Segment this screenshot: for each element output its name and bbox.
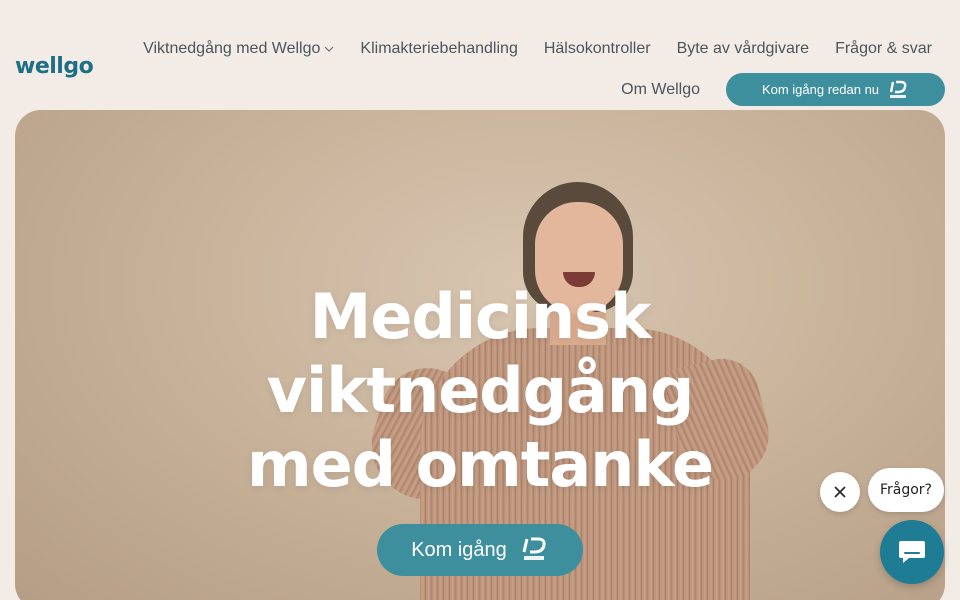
main-navigation: Viktnedgång med Wellgo Klimakteriebehand… <box>143 40 932 58</box>
nav-item-klimakteriebehandling[interactable]: Klimakteriebehandling <box>360 40 517 58</box>
chevron-down-icon <box>324 46 334 52</box>
hero-heading: Medicinsk viktnedgång med omtanke <box>15 280 945 502</box>
chat-launcher-button[interactable] <box>880 520 944 584</box>
hero-section: Medicinsk viktnedgång med omtanke Kom ig… <box>15 110 945 600</box>
get-started-button[interactable]: Kom igång <box>377 524 583 576</box>
bankid-icon <box>522 537 546 560</box>
chat-icon <box>899 541 925 563</box>
chat-prompt-bubble[interactable]: Frågor? <box>868 468 944 512</box>
bankid-icon <box>889 80 907 98</box>
hero-heading-line: viktnedgång <box>266 354 695 427</box>
hero-heading-line: Medicinsk <box>309 280 652 353</box>
get-started-now-button[interactable]: Kom igång redan nu <box>726 73 945 106</box>
nav-item-halsokontroller[interactable]: Hälsokontroller <box>544 40 651 58</box>
nav-item-fragor-svar[interactable]: Frågor & svar <box>835 40 932 58</box>
chat-prompt-text: Frågor? <box>879 482 932 498</box>
close-icon <box>834 486 846 498</box>
nav-item-viktnedgang[interactable]: Viktnedgång med Wellgo <box>143 40 334 58</box>
nav-item-byte-av-vardgivare[interactable]: Byte av vårdgivare <box>677 40 810 58</box>
cta-label: Kom igång redan nu <box>761 82 880 97</box>
wellgo-logo[interactable]: wellgo <box>15 54 94 79</box>
chat-close-button[interactable] <box>820 472 860 512</box>
nav-item-label: Viktnedgång med Wellgo <box>143 40 321 57</box>
cta-label: Kom igång <box>411 538 507 561</box>
secondary-navigation: Om Wellgo Kom igång redan nu <box>621 73 945 106</box>
nav-item-om-wellgo[interactable]: Om Wellgo <box>621 81 700 99</box>
hero-heading-line: med omtanke <box>246 428 714 501</box>
